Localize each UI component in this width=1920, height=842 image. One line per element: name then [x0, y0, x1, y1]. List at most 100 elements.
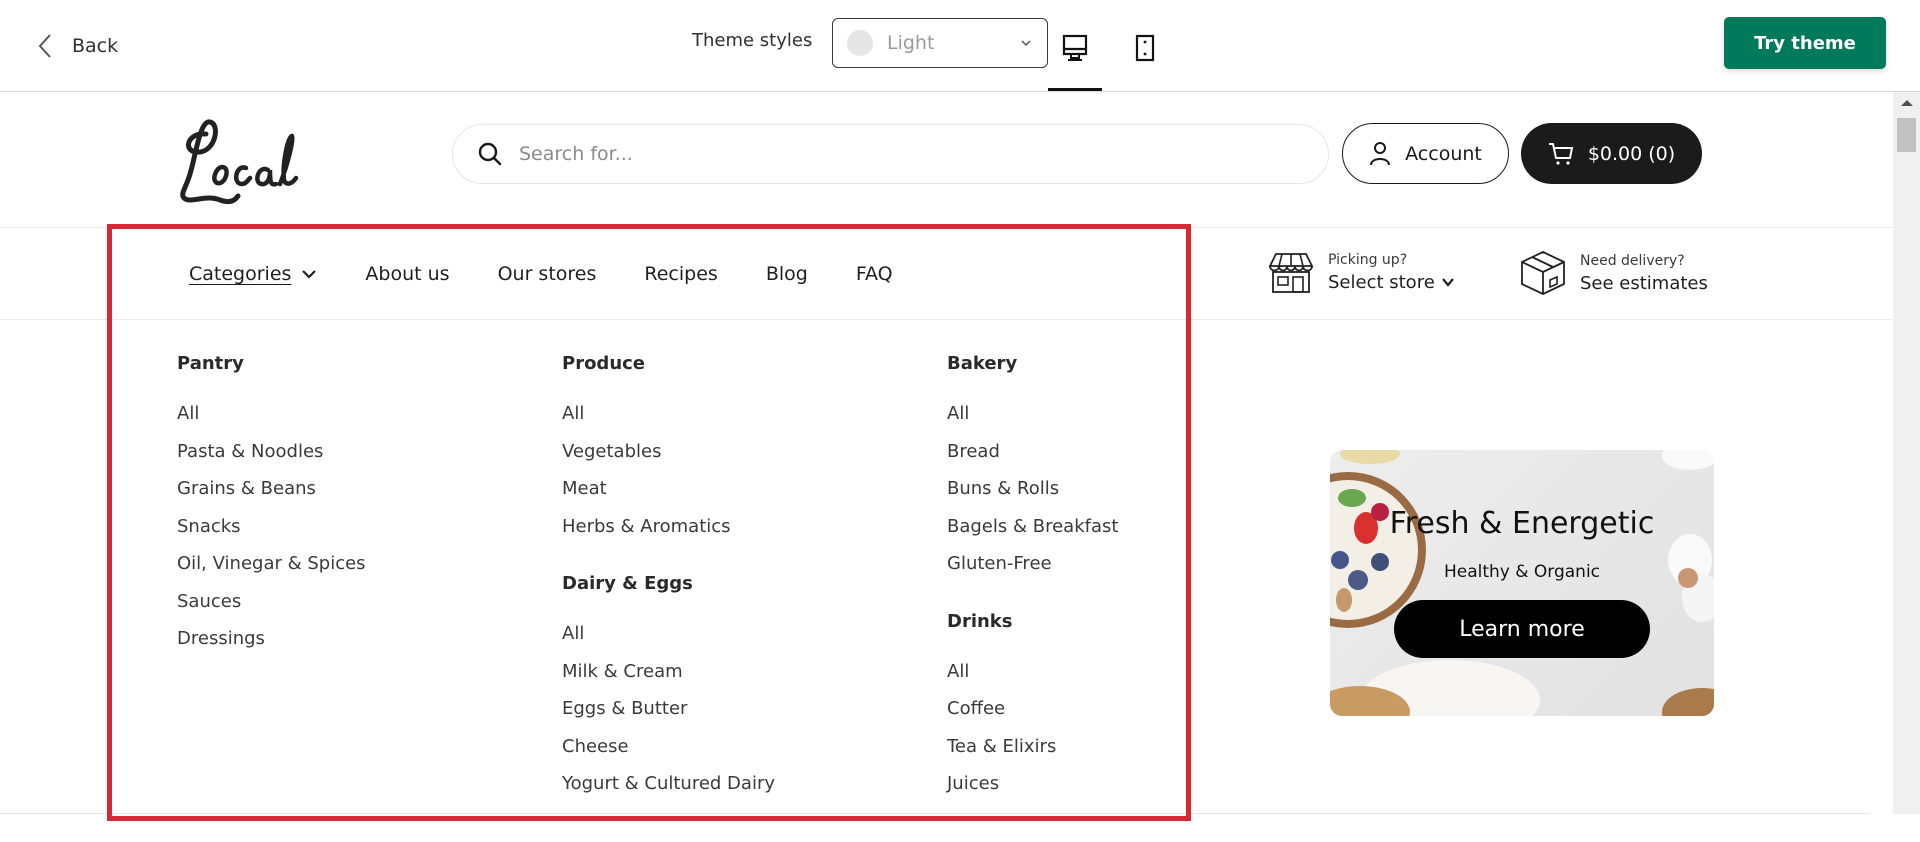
select-store-label: Select store [1328, 271, 1435, 293]
select-store[interactable]: Select store [1328, 272, 1455, 293]
theme-style-select[interactable]: Light [832, 18, 1048, 68]
delivery-text: Need delivery? See estimates [1580, 253, 1708, 294]
local-logo[interactable] [176, 114, 308, 204]
banner-title: Fresh & Energetic [1389, 506, 1655, 541]
see-estimates-label: See estimates [1580, 272, 1708, 294]
account-button[interactable]: Account [1342, 123, 1509, 184]
group-title[interactable]: Drinks [947, 603, 1118, 641]
desktop-icon [1062, 34, 1088, 61]
menu-link[interactable]: Milk & Cream [562, 653, 775, 691]
nav-faq[interactable]: FAQ [856, 263, 893, 285]
site-header: Account $0.00 (0) [0, 92, 1893, 228]
package-icon [1521, 251, 1565, 295]
category-group-bakery: Bakery All Bread Buns & Rolls Bagels & B… [947, 345, 1118, 583]
banner-subtitle: Healthy & Organic [1443, 562, 1601, 582]
learn-more-button[interactable]: Learn more [1394, 600, 1650, 658]
nav-categories[interactable]: Categories [189, 263, 317, 285]
theme-styles-label: Theme styles [692, 30, 813, 51]
active-device-indicator [1048, 88, 1102, 91]
theme-editor-bar: Back Theme styles Light Try theme [0, 0, 1920, 92]
chevron-down-icon [1441, 278, 1454, 287]
pickup-selector[interactable]: Picking up? Select store [1268, 250, 1455, 294]
menu-link[interactable]: Cheese [562, 728, 775, 766]
menu-link[interactable]: Pasta & Noodles [177, 433, 366, 471]
menu-link[interactable]: Herbs & Aromatics [562, 508, 775, 546]
arrow-up-icon [1900, 100, 1913, 106]
chevron-down-icon [1021, 40, 1031, 47]
menu-link[interactable]: Dressings [177, 620, 366, 658]
nav-blog-label: Blog [765, 263, 808, 285]
menu-link[interactable]: Gluten-Free [947, 545, 1118, 583]
nav-links: Categories About us Our stores Recipes B… [189, 228, 941, 320]
back-label: Back [72, 35, 119, 57]
menu-link[interactable]: Oil, Vinegar & Spices [177, 545, 366, 583]
try-theme-button[interactable]: Try theme [1724, 17, 1886, 69]
nav-blog[interactable]: Blog [766, 263, 808, 285]
menu-link[interactable]: Yogurt & Cultured Dairy [562, 765, 775, 803]
menu-link[interactable]: Coffee [947, 690, 1118, 728]
nav-recipes-label: Recipes [644, 263, 718, 285]
group-title[interactable]: Produce [562, 345, 775, 383]
chevron-down-icon [302, 270, 317, 279]
menu-link[interactable]: Eggs & Butter [562, 690, 775, 728]
menu-link[interactable]: All [947, 653, 1118, 691]
theme-select-value: Light [887, 32, 935, 54]
nav-our-stores[interactable]: Our stores [498, 263, 597, 285]
storefront-icon [1268, 253, 1314, 293]
menu-link[interactable]: Sauces [177, 583, 366, 621]
search-input[interactable] [519, 143, 1328, 165]
menu-link[interactable]: All [562, 615, 775, 653]
menu-link[interactable]: Tea & Elixirs [947, 728, 1118, 766]
category-group-drinks: Drinks All Coffee Tea & Elixirs Juices [947, 603, 1118, 803]
search-icon [478, 142, 502, 166]
chevron-left-icon [38, 34, 51, 58]
nav-about-us-label: About us [365, 263, 450, 285]
scroll-up-arrow[interactable] [1893, 92, 1920, 114]
menu-link[interactable]: Vegetables [562, 433, 775, 471]
category-group-pantry: Pantry All Pasta & Noodles Grains & Bean… [177, 345, 366, 658]
user-icon [1370, 141, 1391, 165]
desktop-view-button[interactable] [1055, 28, 1095, 68]
menu-link[interactable]: Juices [947, 765, 1118, 803]
preview-scrollbar[interactable] [1893, 92, 1920, 814]
group-title[interactable]: Bakery [947, 345, 1118, 383]
pickup-text: Picking up? Select store [1328, 252, 1455, 293]
nav-categories-label: Categories [189, 263, 292, 285]
account-label: Account [1405, 142, 1482, 165]
menu-column: Pantry All Pasta & Noodles Grains & Bean… [177, 320, 366, 658]
menu-link[interactable]: Buns & Rolls [947, 470, 1118, 508]
group-title[interactable]: Dairy & Eggs [562, 565, 775, 603]
theme-swatch [847, 30, 873, 56]
menu-link[interactable]: Snacks [177, 508, 366, 546]
delivery-prompt: Need delivery? [1580, 252, 1685, 269]
cart-button[interactable]: $0.00 (0) [1521, 123, 1702, 184]
menu-link[interactable]: Bagels & Breakfast [947, 508, 1118, 546]
main-navigation: Categories About us Our stores Recipes B… [0, 228, 1893, 320]
category-group-dairy-eggs: Dairy & Eggs All Milk & Cream Eggs & But… [562, 565, 775, 803]
nav-faq-label: FAQ [855, 263, 893, 285]
mobile-icon [1135, 34, 1155, 62]
menu-link[interactable]: Bread [947, 433, 1118, 471]
menu-column: Produce All Vegetables Meat Herbs & Arom… [562, 320, 775, 803]
menu-link[interactable]: Meat [562, 470, 775, 508]
cart-total: $0.00 (0) [1587, 142, 1676, 165]
promo-banner: Fresh & Energetic Healthy & Organic Lear… [1330, 450, 1714, 716]
nav-recipes[interactable]: Recipes [644, 263, 717, 285]
banner-food-image [1330, 450, 1714, 716]
nav-about-us[interactable]: About us [365, 263, 449, 285]
menu-link[interactable]: All [177, 395, 366, 433]
menu-link[interactable]: All [947, 395, 1118, 433]
mobile-view-button[interactable] [1125, 28, 1165, 68]
category-group-produce: Produce All Vegetables Meat Herbs & Arom… [562, 345, 775, 545]
menu-link[interactable]: Grains & Beans [177, 470, 366, 508]
menu-column: Bakery All Bread Buns & Rolls Bagels & B… [947, 320, 1118, 803]
back-button[interactable]: Back [36, 28, 118, 64]
store-preview: Account $0.00 (0) Categories About us Ou… [0, 92, 1893, 842]
search-bar[interactable] [452, 124, 1329, 184]
menu-link[interactable]: All [562, 395, 775, 433]
scrollbar-thumb[interactable] [1897, 118, 1916, 152]
group-title[interactable]: Pantry [177, 345, 366, 383]
delivery-estimates[interactable]: Need delivery? See estimates [1520, 250, 1708, 296]
nav-our-stores-label: Our stores [497, 263, 597, 285]
pickup-prompt: Picking up? [1328, 251, 1408, 268]
